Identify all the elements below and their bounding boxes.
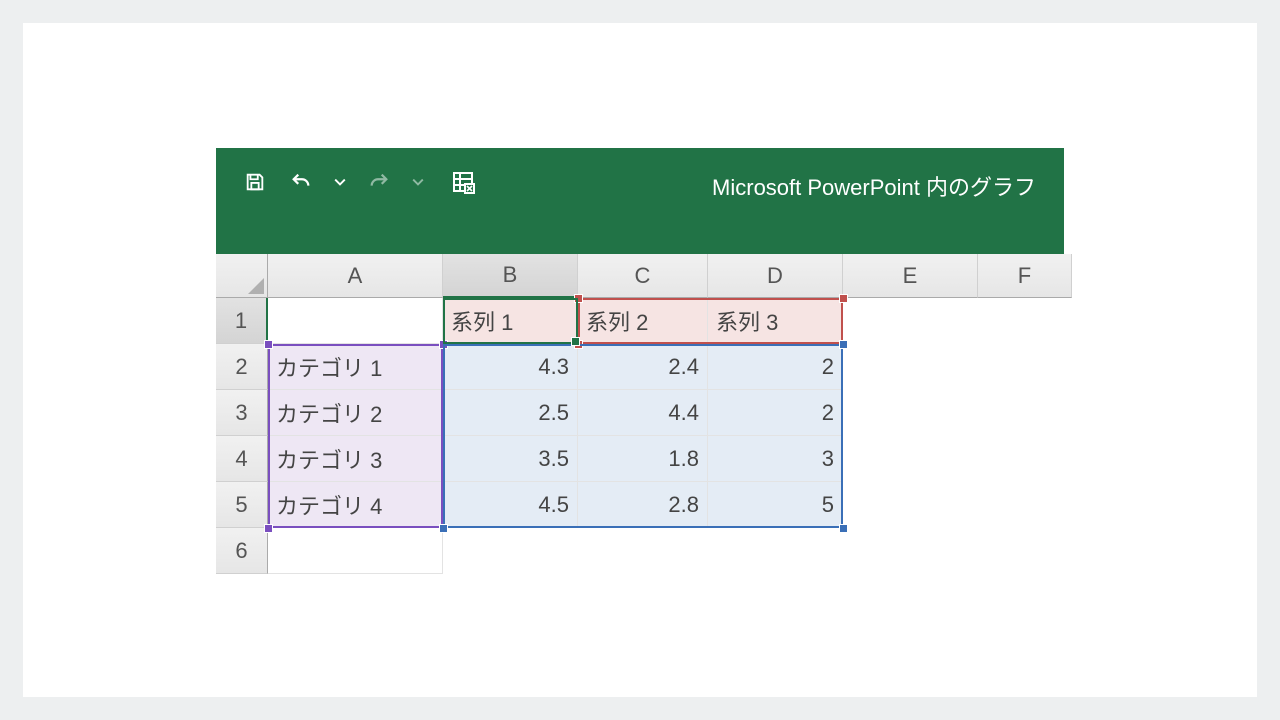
cell-A3[interactable]: カテゴリ 2 <box>268 390 443 436</box>
cell-B5[interactable]: 4.5 <box>443 482 578 528</box>
cell-C5[interactable]: 2.8 <box>578 482 708 528</box>
save-button[interactable] <box>241 168 269 196</box>
column-header-A[interactable]: A <box>268 254 443 298</box>
save-icon <box>244 171 266 193</box>
cell-D2[interactable]: 2 <box>708 344 843 390</box>
title-bar: Microsoft PowerPoint 内のグラフ <box>216 148 1064 254</box>
quick-access-toolbar <box>241 168 477 196</box>
row-header-5[interactable]: 5 <box>216 482 268 528</box>
select-all-corner[interactable] <box>216 254 268 298</box>
column-header-F[interactable]: F <box>978 254 1072 298</box>
spreadsheet-window: Microsoft PowerPoint 内のグラフ ABCDEF 123456… <box>216 148 1064 600</box>
cell-C4[interactable]: 1.8 <box>578 436 708 482</box>
cell-B3[interactable]: 2.5 <box>443 390 578 436</box>
cell-D1[interactable]: 系列 3 <box>708 298 843 344</box>
cell-A5[interactable]: カテゴリ 4 <box>268 482 443 528</box>
redo-button[interactable] <box>365 168 393 196</box>
cell-D4[interactable]: 3 <box>708 436 843 482</box>
cell-C3[interactable]: 4.4 <box>578 390 708 436</box>
cell-D3[interactable]: 2 <box>708 390 843 436</box>
column-header-B[interactable]: B <box>443 254 578 298</box>
column-header-C[interactable]: C <box>578 254 708 298</box>
chevron-down-icon <box>334 176 346 188</box>
data-sheet-button[interactable] <box>449 168 477 196</box>
page-canvas: Microsoft PowerPoint 内のグラフ ABCDEF 123456… <box>23 23 1257 697</box>
column-headers: ABCDEF <box>268 254 1072 298</box>
undo-icon <box>289 171 313 193</box>
cell-C2[interactable]: 2.4 <box>578 344 708 390</box>
cell-D5[interactable]: 5 <box>708 482 843 528</box>
redo-icon <box>367 171 391 193</box>
undo-button[interactable] <box>287 168 315 196</box>
cell-B1[interactable]: 系列 1 <box>443 298 578 344</box>
row-header-6[interactable]: 6 <box>216 528 268 574</box>
row-header-3[interactable]: 3 <box>216 390 268 436</box>
chevron-down-icon <box>412 176 424 188</box>
redo-dropdown[interactable] <box>411 176 425 188</box>
undo-dropdown[interactable] <box>333 176 347 188</box>
cell-A6[interactable] <box>268 528 443 574</box>
cell-B4[interactable]: 3.5 <box>443 436 578 482</box>
cell-A1[interactable] <box>268 298 443 344</box>
row-headers: 123456 <box>216 298 268 574</box>
cell-A2[interactable]: カテゴリ 1 <box>268 344 443 390</box>
row-header-2[interactable]: 2 <box>216 344 268 390</box>
datasheet-icon <box>451 170 475 194</box>
row-header-4[interactable]: 4 <box>216 436 268 482</box>
cell-C1[interactable]: 系列 2 <box>578 298 708 344</box>
column-header-D[interactable]: D <box>708 254 843 298</box>
cell-A4[interactable]: カテゴリ 3 <box>268 436 443 482</box>
column-header-E[interactable]: E <box>843 254 978 298</box>
row-header-1[interactable]: 1 <box>216 298 268 344</box>
window-title: Microsoft PowerPoint 内のグラフ <box>712 170 1036 202</box>
cell-B2[interactable]: 4.3 <box>443 344 578 390</box>
